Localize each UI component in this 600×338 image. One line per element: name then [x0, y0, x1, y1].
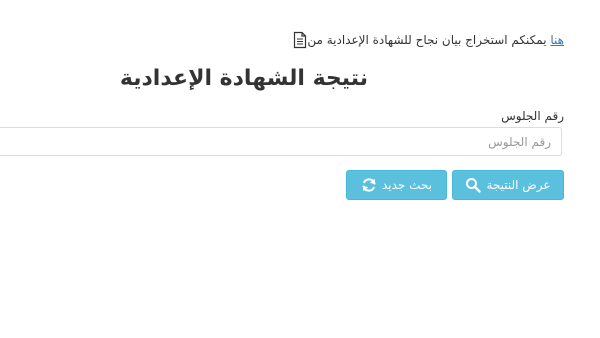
new-search-label: بحث جديد — [381, 178, 433, 192]
notice-text: يمكنكم استخراج بيان نجاح للشهادة الإعداد… — [307, 33, 547, 47]
seat-number-label: رقم الجلوس — [501, 109, 564, 123]
new-search-button[interactable]: بحث جديد — [346, 170, 447, 200]
seat-number-input[interactable] — [0, 127, 562, 156]
page-title: نتيجة الشهادة الإعدادية — [119, 66, 368, 91]
search-icon — [465, 177, 482, 193]
show-result-label: عرض النتيجة — [486, 178, 551, 192]
document-icon — [293, 31, 307, 49]
result-certificate-notice: يمكنكم استخراج بيان نجاح للشهادة الإعداد… — [290, 31, 564, 49]
refresh-icon — [361, 177, 377, 193]
show-result-button[interactable]: عرض النتيجة — [452, 170, 564, 200]
notice-here-link[interactable]: هنا — [550, 33, 564, 47]
